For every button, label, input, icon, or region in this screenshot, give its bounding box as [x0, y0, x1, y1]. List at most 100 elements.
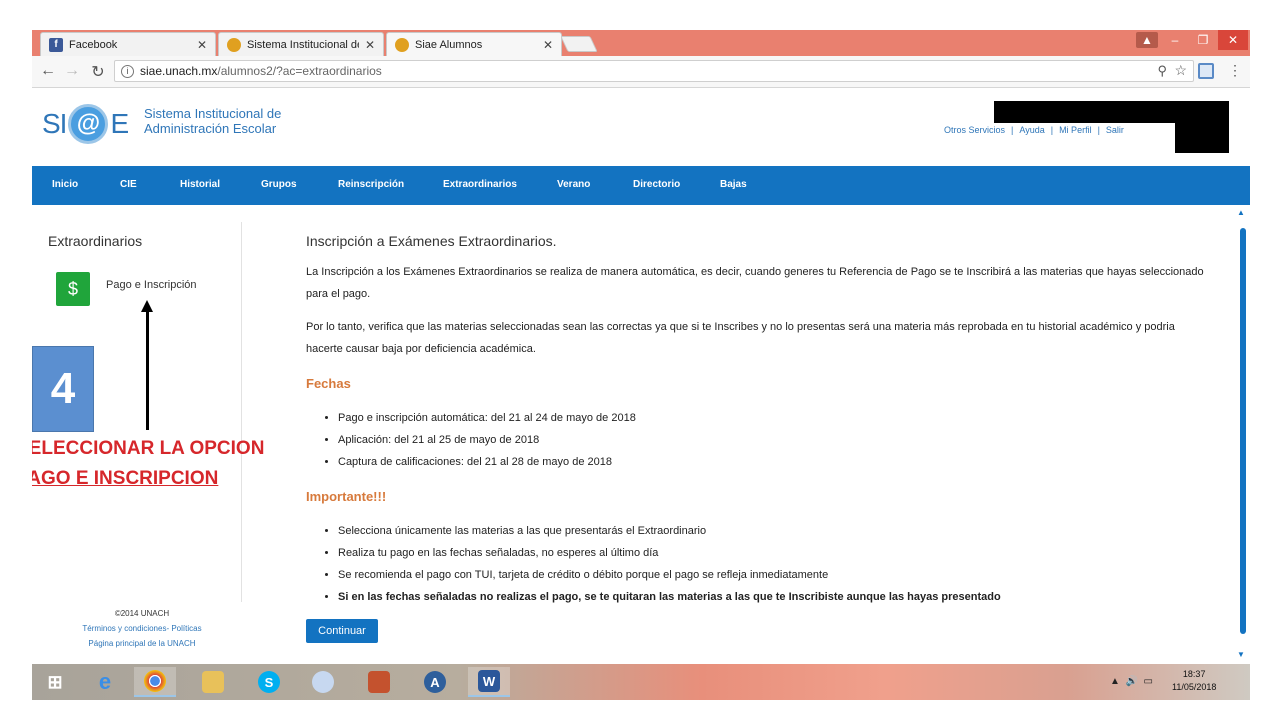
- instruction-line1: SELECCIONAR LA OPCION: [32, 438, 265, 459]
- importante-heading: Importante!!!: [306, 489, 387, 504]
- fechas-list: Pago e inscripción automática: del 21 al…: [324, 407, 636, 473]
- siae-logo[interactable]: SI @ E: [42, 104, 129, 144]
- taskbar-explorer[interactable]: [192, 667, 234, 697]
- browser-window: f Facebook ✕ Sistema Institucional de A …: [32, 30, 1250, 700]
- footer: ©2014 UNACH Términos y condiciones- Polí…: [52, 606, 232, 651]
- list-item: Captura de calificaciones: del 21 al 28 …: [338, 451, 636, 473]
- importante-list: Selecciona únicamente las materias a las…: [324, 520, 1001, 608]
- link-otros-servicios[interactable]: Otros Servicios: [944, 125, 1005, 135]
- taskbar-chrome[interactable]: [134, 667, 176, 697]
- nav-cie[interactable]: CIE: [120, 179, 137, 190]
- logo-si: SI: [42, 108, 67, 139]
- game-icon: [368, 671, 390, 693]
- sidebar-title: Extraordinarios: [48, 233, 143, 249]
- chrome-icon: [144, 670, 166, 692]
- start-icon: ⊞: [47, 671, 63, 692]
- maximize-button[interactable]: ❐: [1190, 30, 1216, 50]
- list-item: Se recomienda el pago con TUI, tarjeta d…: [338, 564, 1001, 586]
- forward-icon[interactable]: →: [62, 62, 82, 80]
- nav-extraordinarios[interactable]: Extraordinarios: [443, 179, 517, 190]
- scroll-down-icon[interactable]: ▼: [1237, 650, 1245, 659]
- close-tab-icon[interactable]: ✕: [197, 38, 207, 52]
- skype-icon: S: [258, 671, 280, 693]
- taskbar-game[interactable]: [358, 667, 400, 697]
- address-bar[interactable]: i siae.unach.mx/alumnos2/?ac=extraordina…: [114, 60, 1194, 82]
- list-item: Realiza tu pago en las fechas señaladas,…: [338, 542, 1001, 564]
- new-tab-button[interactable]: [560, 36, 598, 52]
- sidebar-item-pago-inscripcion[interactable]: Pago e Inscripción: [106, 279, 197, 291]
- nav-bajas[interactable]: Bajas: [720, 179, 747, 190]
- reload-icon[interactable]: ↻: [88, 62, 108, 82]
- dollar-icon[interactable]: $: [56, 272, 90, 306]
- user-profile-icon[interactable]: ▲: [1136, 32, 1158, 48]
- system-tray[interactable]: ▲ 🔊 ▭: [1110, 676, 1153, 687]
- nav-directorio[interactable]: Directorio: [633, 179, 680, 190]
- nav-inicio[interactable]: Inicio: [52, 179, 78, 190]
- url-host: siae.unach.mx: [140, 64, 218, 78]
- list-item: Si en las fechas señaladas no realizas e…: [338, 586, 1001, 608]
- separator: |: [1011, 125, 1014, 135]
- close-tab-icon[interactable]: ✕: [543, 38, 553, 52]
- url-path: /alumnos2/?ac=extraordinarios: [217, 64, 382, 78]
- tab-strip: f Facebook ✕ Sistema Institucional de A …: [32, 30, 1250, 56]
- clock-date: 11/05/2018: [1172, 682, 1217, 692]
- nav-historial[interactable]: Historial: [180, 179, 220, 190]
- menu-icon[interactable]: ⋮: [1228, 62, 1242, 79]
- footer-copyright: ©2014 UNACH: [114, 609, 170, 618]
- close-window-button[interactable]: ✕: [1218, 30, 1248, 50]
- file-explorer-icon: [202, 671, 224, 693]
- taskbar-ie[interactable]: e: [84, 667, 126, 697]
- top-links: Otros Servicios | Ayuda | Mi Perfil | Salir: [944, 125, 1124, 135]
- logo-at: @: [68, 104, 109, 144]
- facebook-icon: f: [49, 37, 63, 52]
- extension-icon[interactable]: [1198, 63, 1214, 79]
- start-button[interactable]: ⊞: [34, 667, 76, 697]
- scrollbar[interactable]: [1240, 228, 1246, 634]
- fechas-heading: Fechas: [306, 376, 351, 391]
- logo-line2: Administración Escolar: [144, 121, 277, 136]
- tab-title: Siae Alumnos: [415, 38, 483, 51]
- back-icon[interactable]: ←: [38, 62, 58, 80]
- app-icon: A: [424, 671, 446, 693]
- tab-siae-alumnos[interactable]: Siae Alumnos ✕: [386, 32, 562, 56]
- nav-reinscripcion[interactable]: Reinscripción: [338, 179, 404, 190]
- tab-facebook[interactable]: f Facebook ✕: [40, 32, 216, 56]
- link-salir[interactable]: Salir: [1106, 125, 1124, 135]
- instruction-line2: PAGO E INSCRIPCION: [32, 468, 219, 489]
- taskbar: ⊞ e S A W ▲ 🔊 ▭ 18:37 11/05/2018: [32, 664, 1250, 700]
- paint-icon: [312, 671, 334, 693]
- link-ayuda[interactable]: Ayuda: [1019, 125, 1044, 135]
- zoom-icon[interactable]: ⚲: [1157, 63, 1167, 79]
- bookmark-star-icon[interactable]: ☆: [1174, 62, 1187, 79]
- nav-verano[interactable]: Verano: [557, 179, 590, 190]
- close-tab-icon[interactable]: ✕: [365, 38, 375, 52]
- separator: |: [1097, 125, 1100, 135]
- arrow-line: [146, 310, 149, 430]
- minimize-button[interactable]: –: [1162, 30, 1188, 50]
- scroll-up-icon[interactable]: ▲: [1237, 208, 1245, 217]
- step-number-box: 4: [32, 346, 94, 432]
- paragraph-warning: Por lo tanto, verifica que las materias …: [306, 321, 1175, 355]
- nav-grupos[interactable]: Grupos: [261, 179, 297, 190]
- taskbar-app[interactable]: A: [414, 667, 456, 697]
- continuar-button[interactable]: Continuar: [306, 619, 378, 643]
- taskbar-paint[interactable]: [302, 667, 344, 697]
- divider: [241, 222, 242, 602]
- clock[interactable]: 18:37 11/05/2018: [1172, 668, 1216, 694]
- unach-icon: [227, 37, 241, 52]
- tab-title: Sistema Institucional de A: [247, 38, 359, 51]
- list-item: Pago e inscripción automática: del 21 al…: [338, 407, 636, 429]
- page-title: Inscripción a Exámenes Extraordinarios.: [306, 233, 557, 249]
- separator: |: [1050, 125, 1054, 135]
- footer-home-link[interactable]: Página principal de la UNACH: [52, 636, 232, 651]
- tab-title: Facebook: [69, 38, 118, 51]
- footer-terms-link[interactable]: Términos y condiciones- Políticas: [52, 621, 232, 636]
- tab-sistema[interactable]: Sistema Institucional de A ✕: [218, 32, 384, 56]
- info-icon[interactable]: i: [121, 64, 134, 78]
- taskbar-skype[interactable]: S: [248, 667, 290, 697]
- logo-line1: Sistema Institucional de: [144, 106, 282, 121]
- list-item: Aplicación: del 21 al 25 de mayo de 2018: [338, 429, 636, 451]
- link-mi-perfil[interactable]: Mi Perfil: [1059, 125, 1092, 135]
- taskbar-word[interactable]: W: [468, 667, 510, 697]
- paragraph-intro: La Inscripción a los Exámenes Extraordin…: [306, 266, 1204, 300]
